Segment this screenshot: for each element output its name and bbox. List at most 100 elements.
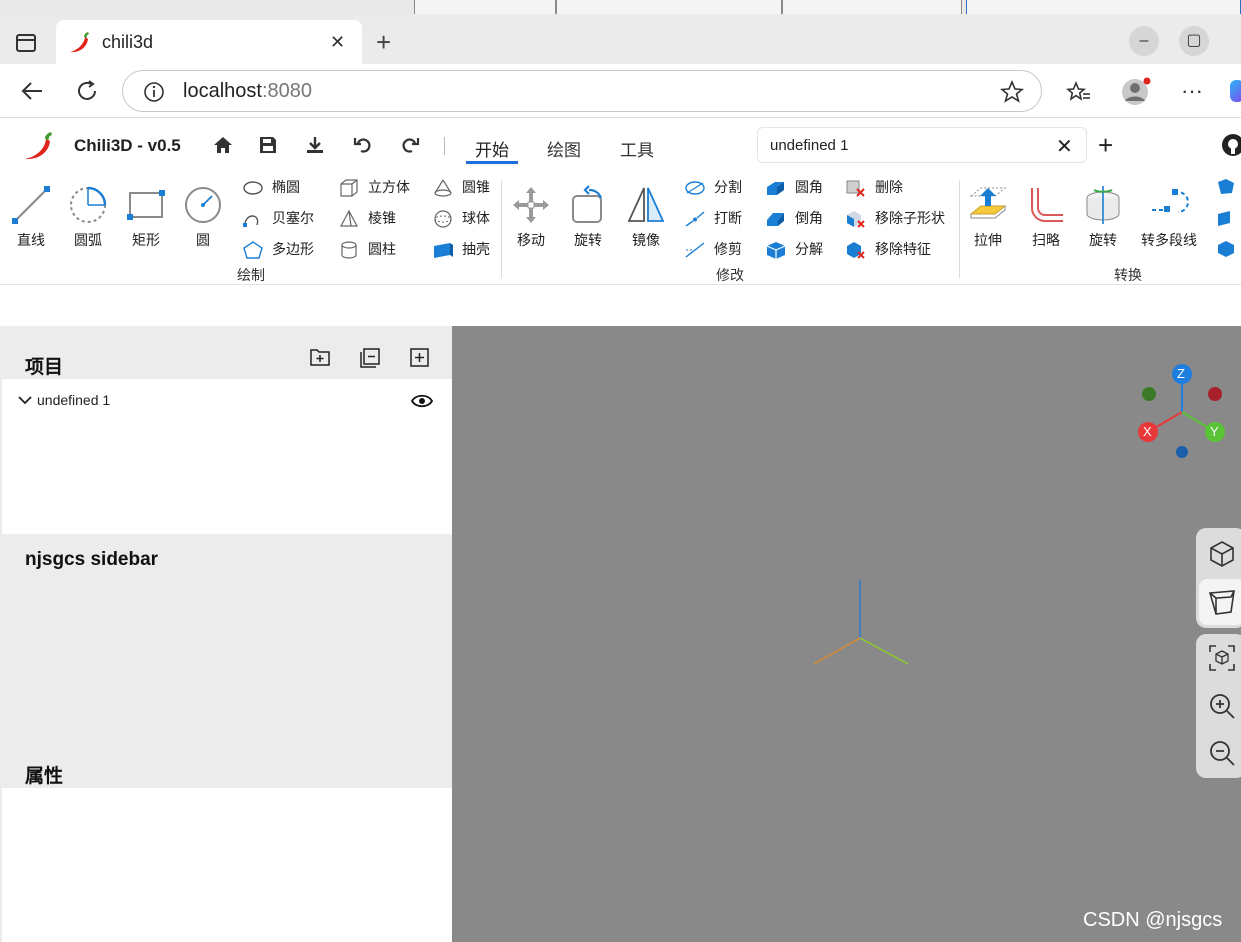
document-close-button[interactable]: ✕ [1056,134,1073,159]
y-axis-label: Y [1210,424,1219,439]
shell-tool-icon[interactable] [1216,209,1236,227]
convert-group-label: 转换 [1114,267,1142,283]
solid-tool-icon[interactable] [1216,240,1236,258]
github-icon[interactable] [1221,133,1241,157]
mirror-label: 镜像 [632,232,660,248]
revolve-button[interactable]: 旋转 [1073,184,1133,250]
cone-button[interactable]: 圆锥 [432,176,490,198]
rotate-button[interactable]: 旋转 [558,184,618,250]
collapse-all-icon[interactable] [360,348,380,368]
remove-feature-label: 移除特征 [875,241,931,257]
ellipse-button[interactable]: 椭圆 [242,176,300,198]
sweep-button[interactable]: 扫略 [1016,184,1076,250]
split-button[interactable]: 分割 [684,176,742,198]
background-windows-strip [0,0,1241,14]
explode-button[interactable]: 分解 [765,238,823,260]
polygon-button[interactable]: 多边形 [242,238,314,260]
circle-icon [185,187,221,223]
shell-button[interactable]: 抽壳 [432,238,490,260]
perspective-cube-icon[interactable] [1208,588,1236,616]
maximize-button[interactable]: ▢ [1179,26,1209,56]
active-tab-indicator [466,161,518,164]
trim-button[interactable]: 修剪 [684,238,742,260]
pyramid-icon [340,210,358,227]
tab-start[interactable]: 开始 [475,136,509,161]
minimize-button[interactable]: – [1129,26,1159,56]
line-label: 直线 [17,232,45,248]
zoom-out-icon[interactable] [1208,739,1236,767]
download-icon[interactable] [305,135,325,155]
chamfer-button[interactable]: 倒角 [765,207,823,229]
save-icon[interactable] [259,136,277,154]
shell-label: 抽壳 [462,241,490,257]
chevron-down-icon[interactable] [17,394,33,406]
to-polyline-button[interactable]: 转多段线 [1138,184,1200,250]
split-label: 分割 [714,179,742,195]
delete-icon [846,180,865,198]
visibility-eye-icon[interactable] [411,393,433,409]
orthographic-cube-icon[interactable] [1208,540,1236,568]
redo-icon[interactable] [400,135,420,155]
bezier-icon [243,215,259,228]
copilot-icon[interactable] [1230,80,1241,102]
ellipse-icon [243,181,263,195]
tree-item-label[interactable]: undefined 1 [37,392,110,408]
sphere-button[interactable]: 球体 [432,207,490,229]
rectangle-button[interactable]: 矩形 [116,184,176,250]
new-tab-button[interactable]: + [376,28,391,56]
sphere-label: 球体 [462,210,490,226]
tab-title: chili3d [102,32,154,52]
line-button[interactable]: 直线 [1,184,61,250]
arc-button[interactable]: 圆弧 [58,184,118,250]
cone-icon [434,179,452,197]
pyramid-button[interactable]: 棱锥 [338,207,396,229]
break-button[interactable]: 打断 [684,207,742,229]
tab-draw[interactable]: 绘图 [547,136,581,161]
delete-button[interactable]: 删除 [845,176,903,198]
tab-close-button[interactable]: ✕ [330,32,345,53]
back-arrow-icon[interactable] [20,80,44,102]
pyramid-label: 棱锥 [368,210,396,226]
face-tool-icon[interactable] [1216,178,1236,196]
move-button[interactable]: 移动 [501,184,561,250]
split-icon [685,181,705,195]
box-button[interactable]: 立方体 [338,176,410,198]
watermark-text: CSDN @njsgcs [1083,909,1223,931]
site-info-icon[interactable] [143,81,165,103]
extrude-button[interactable]: 拉伸 [958,184,1018,250]
more-options-icon[interactable]: ··· [1181,78,1203,104]
remove-feature-button[interactable]: 移除特征 [845,238,931,260]
draw-group-label: 绘制 [237,267,265,283]
extrude-label: 拉伸 [974,232,1002,248]
tab-actions-icon[interactable] [16,34,36,52]
arc-icon [70,186,107,223]
modify-group-label: 修改 [716,267,744,283]
box-icon [340,179,358,197]
bezier-button[interactable]: 贝塞尔 [242,207,314,229]
chili-favicon-icon [70,32,89,53]
reload-icon[interactable] [75,79,99,103]
favorites-icon[interactable] [1066,80,1092,104]
undo-icon[interactable] [353,135,373,155]
add-item-icon[interactable] [410,348,430,368]
fillet-button[interactable]: 圆角 [765,176,823,198]
revolve-label: 旋转 [1089,232,1117,248]
document-tab-title: undefined 1 [770,137,849,154]
cylinder-button[interactable]: 圆柱 [338,238,396,260]
home-icon[interactable] [213,136,233,154]
new-folder-icon[interactable] [310,348,330,366]
header-divider [444,137,445,155]
box-label: 立方体 [368,179,410,195]
favorite-star-icon[interactable] [1000,80,1024,104]
fit-view-icon[interactable] [1208,644,1236,672]
mirror-button[interactable]: 镜像 [616,184,676,250]
circle-button[interactable]: 圆 [173,184,233,250]
zoom-in-icon[interactable] [1208,692,1236,720]
app-name: Chili3D - v0.5 [74,136,181,155]
profile-avatar-icon[interactable] [1120,76,1152,108]
new-document-button[interactable]: + [1098,130,1113,161]
cone-label: 圆锥 [462,179,490,195]
tab-tools[interactable]: 工具 [620,136,654,161]
remove-subshape-button[interactable]: 移除子形状 [845,207,945,229]
chamfer-label: 倒角 [795,210,823,226]
